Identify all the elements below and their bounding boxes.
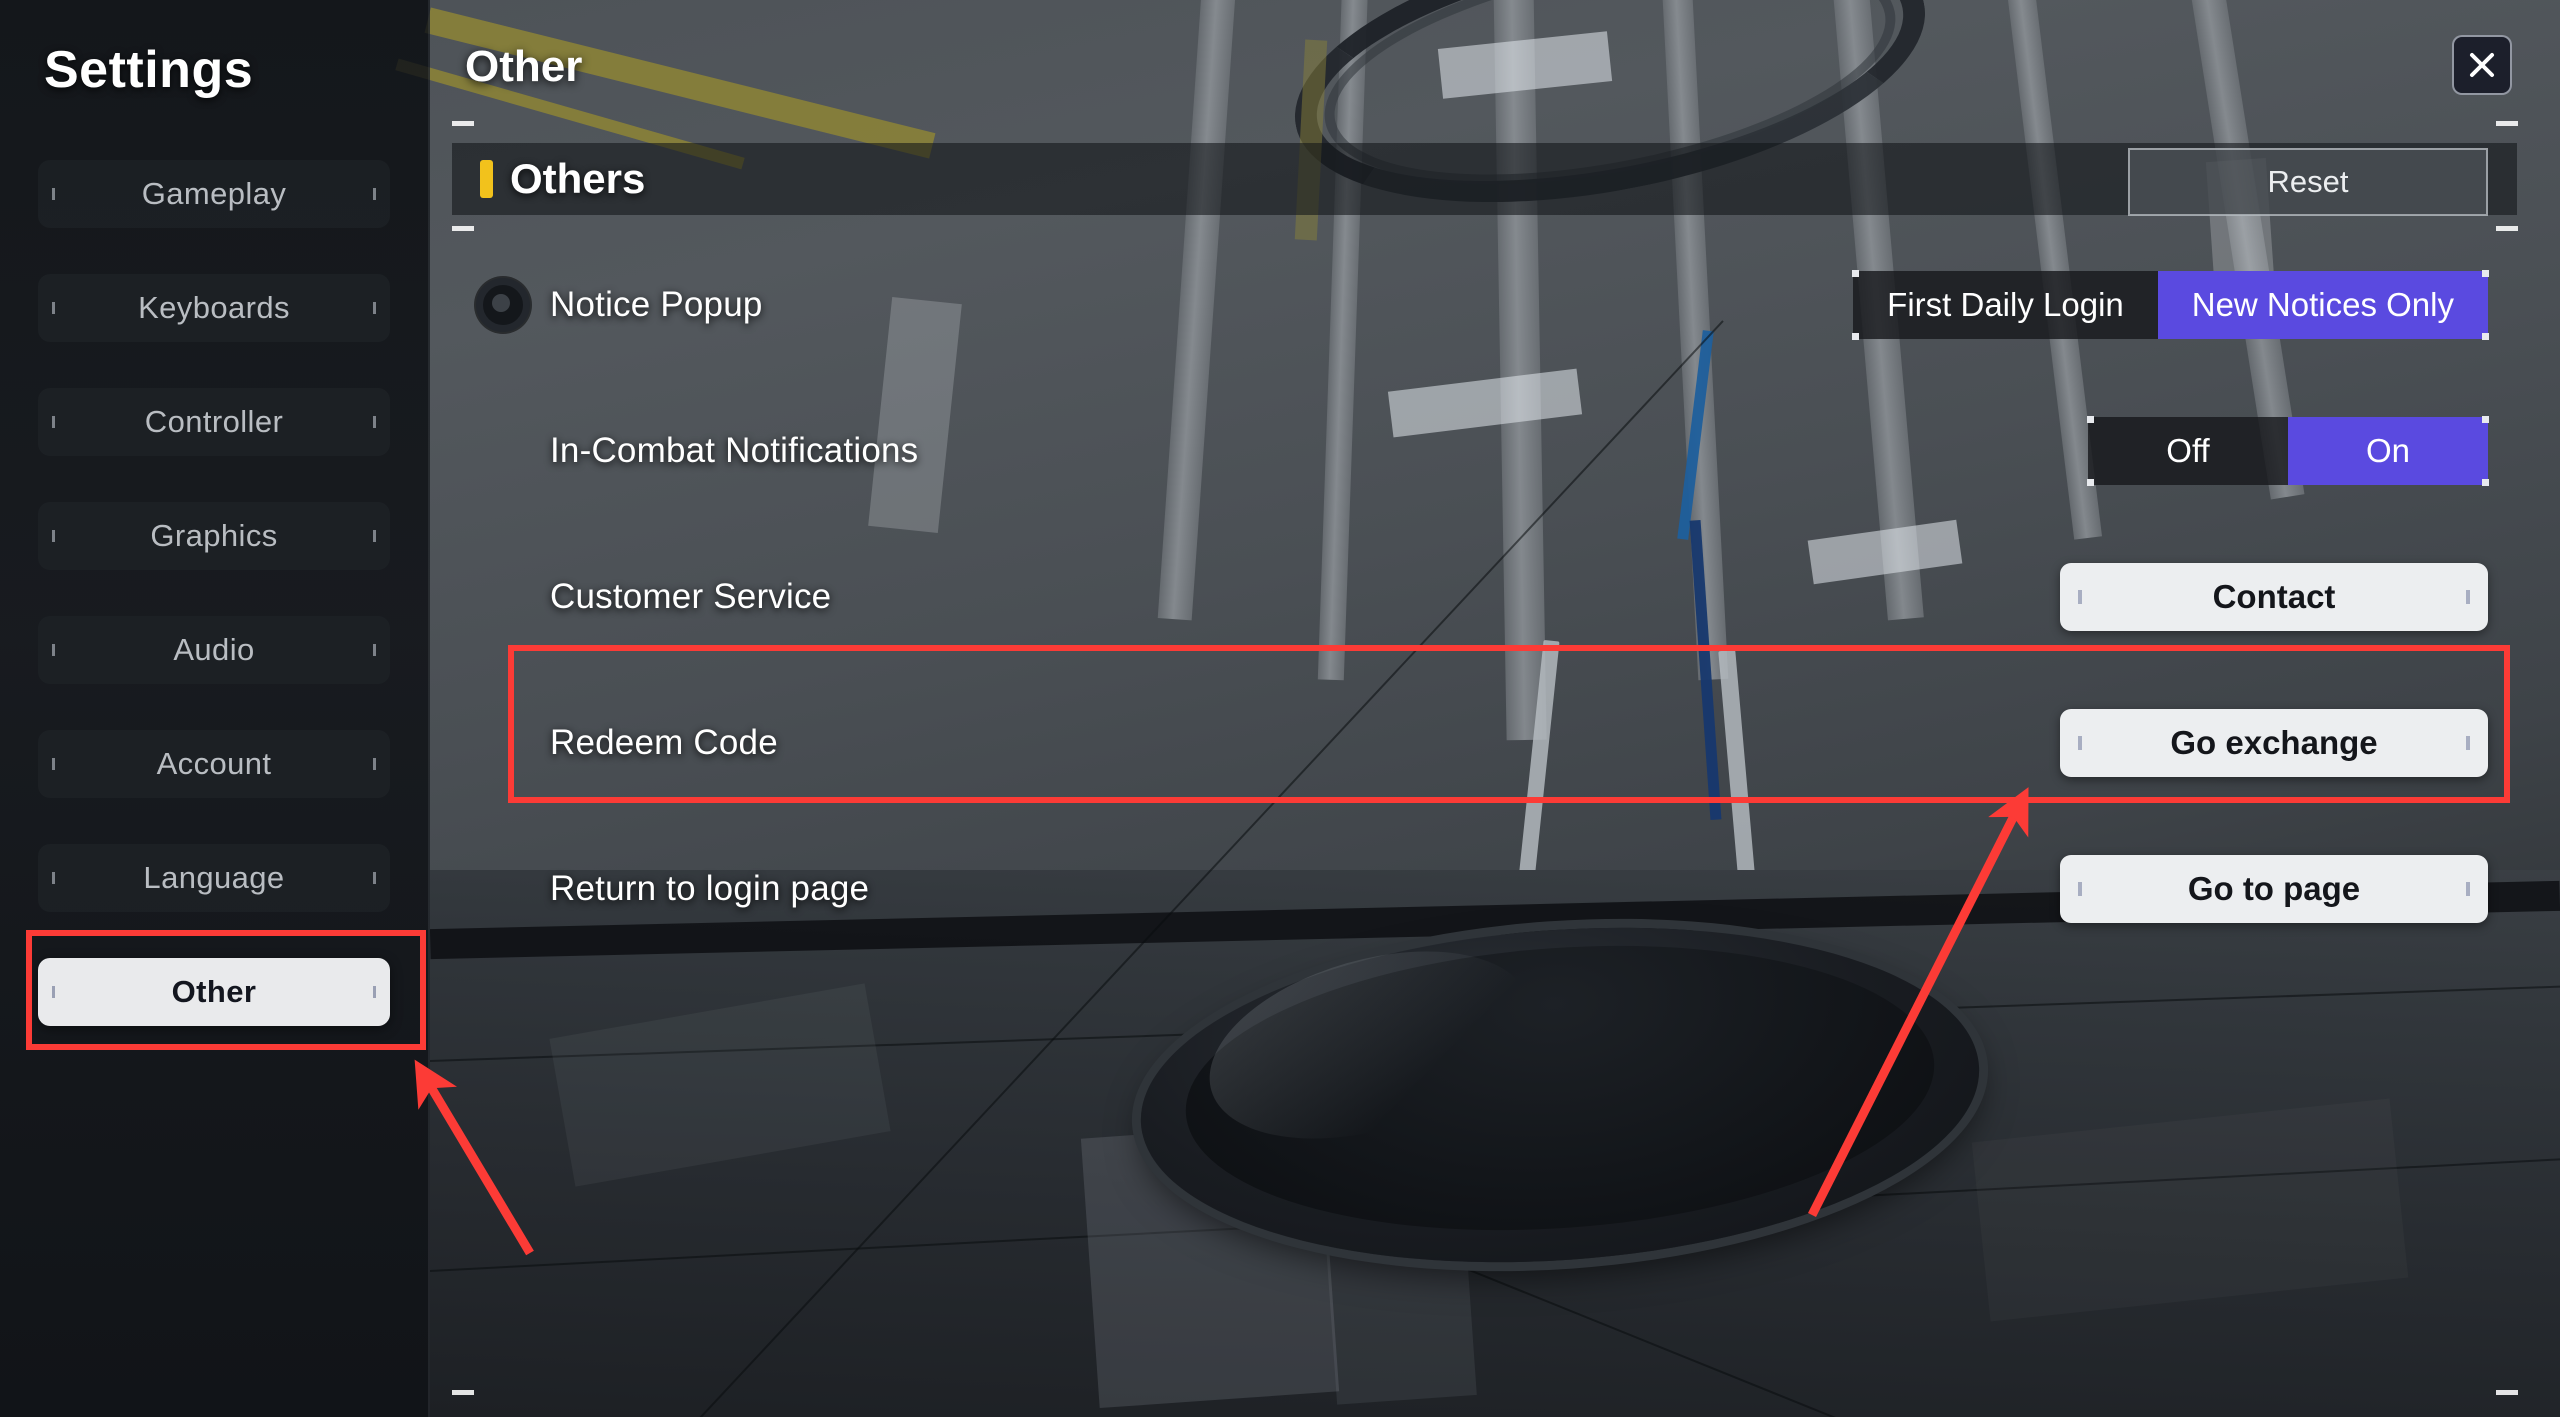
sidebar-item-label: Gameplay (141, 176, 287, 211)
settings-row-customer-service: Customer Service Contact (430, 524, 2560, 670)
sidebar-item-account[interactable]: Account (38, 730, 390, 798)
button-go-exchange[interactable]: Go exchange (2060, 709, 2488, 777)
sidebar-item-label: Graphics (150, 518, 278, 553)
sidebar-item-tick-left (52, 302, 55, 314)
sidebar-item-tick-right (373, 986, 376, 998)
sidebar-item-tick-left (52, 530, 55, 542)
segment-option-new-notices-only[interactable]: New Notices Only (2157, 271, 2488, 339)
segmented-corner-dot (2482, 270, 2489, 277)
reset-button-label: Reset (2267, 164, 2349, 199)
section-title: Others (510, 155, 646, 202)
sidebar-item-label: Other (171, 974, 257, 1009)
panel-corner-tick (2496, 226, 2518, 231)
sidebar-item-tick-left (52, 986, 55, 998)
button-tick-right (2466, 882, 2470, 896)
settings-row-label: Return to login page (550, 869, 870, 908)
segment-option-first-daily-login[interactable]: First Daily Login (1853, 271, 2158, 339)
sidebar-item-label: Account (156, 746, 272, 781)
settings-row-label: Redeem Code (550, 723, 778, 762)
button-tick-right (2466, 590, 2470, 604)
sidebar-item-tick-right (373, 416, 376, 428)
segmented-corner-dot (2482, 333, 2489, 340)
panel-corner-tick (2496, 121, 2518, 126)
settings-row-in-combat-notifications: In-Combat Notifications Off On (430, 378, 2560, 524)
button-tick-left (2078, 590, 2082, 604)
button-go-to-page[interactable]: Go to page (2060, 855, 2488, 923)
segmented-corner-dot (1852, 333, 1860, 340)
button-contact[interactable]: Contact (2060, 563, 2488, 631)
segmented-control-in-combat-notifications[interactable]: Off On (2087, 416, 2489, 486)
sidebar-item-other[interactable]: Other (38, 958, 390, 1026)
button-tick-right (2466, 736, 2470, 750)
button-label: Go exchange (2170, 724, 2378, 761)
segmented-corner-dot (2087, 479, 2094, 486)
settings-row-return-to-login-page: Return to login page Go to page (430, 816, 2560, 962)
sidebar-item-label: Keyboards (138, 290, 290, 325)
sidebar-item-label: Audio (173, 632, 255, 667)
segmented-control-notice-popup[interactable]: First Daily Login New Notices Only (1852, 270, 2489, 340)
sidebar-item-tick-right (373, 758, 376, 770)
reset-button[interactable]: Reset (2128, 148, 2488, 216)
sidebar-item-tick-right (373, 302, 376, 314)
panel-corner-tick (452, 226, 474, 231)
settings-row-notice-popup: Notice Popup First Daily Login New Notices… (430, 232, 2560, 378)
sidebar-item-tick-right (373, 530, 376, 542)
sidebar-item-label: Controller (144, 404, 284, 439)
page-title: Settings (44, 41, 254, 99)
content-page-title: Other (465, 42, 583, 91)
sidebar-item-tick-right (373, 188, 376, 200)
segment-option-off[interactable]: Off (2088, 417, 2288, 485)
sidebar-item-graphics[interactable]: Graphics (38, 502, 390, 570)
notice-bell-icon (476, 278, 530, 332)
sidebar-item-gameplay[interactable]: Gameplay (38, 160, 390, 228)
sidebar-item-tick-right (373, 644, 376, 656)
segment-option-on[interactable]: On (2288, 417, 2488, 485)
button-label: Go to page (2187, 870, 2361, 907)
sidebar-item-tick-left (52, 758, 55, 770)
segmented-corner-dot (1852, 270, 1860, 277)
sidebar-item-tick-right (373, 872, 376, 884)
section-accent-bar (480, 160, 493, 198)
close-button[interactable] (2452, 35, 2512, 95)
segmented-corner-dot (2482, 416, 2489, 423)
button-tick-left (2078, 736, 2082, 750)
panel-corner-tick (2496, 1390, 2518, 1395)
sidebar-item-language[interactable]: Language (38, 844, 390, 912)
sidebar-item-keyboards[interactable]: Keyboards (38, 274, 390, 342)
button-label: Contact (2212, 578, 2336, 615)
sidebar-item-tick-left (52, 416, 55, 428)
sidebar-nav: Gameplay Keyboards Controller Graphics Audio… (38, 160, 390, 1072)
segmented-corner-dot (2087, 416, 2094, 423)
settings-row-redeem-code: Redeem Code Go exchange (430, 670, 2560, 816)
settings-rows: Notice Popup First Daily Login New Notices… (430, 232, 2560, 962)
settings-row-label: Notice Popup (550, 285, 763, 324)
sidebar-item-audio[interactable]: Audio (38, 616, 390, 684)
panel-corner-tick (452, 121, 474, 126)
sidebar-item-tick-left (52, 872, 55, 884)
close-icon (2470, 53, 2494, 77)
button-tick-left (2078, 882, 2082, 896)
sidebar-item-tick-left (52, 644, 55, 656)
sidebar-item-controller[interactable]: Controller (38, 388, 390, 456)
settings-content: Other Others Reset Notice Popup First Dai… (430, 0, 2560, 1417)
panel-corner-tick (452, 1390, 474, 1395)
settings-row-label: In-Combat Notifications (550, 431, 919, 470)
sidebar-item-label: Language (143, 860, 285, 895)
sidebar-item-tick-left (52, 188, 55, 200)
segmented-corner-dot (2482, 479, 2489, 486)
settings-sidebar: Settings Gameplay Keyboards Controller Grap… (0, 0, 430, 1417)
settings-row-label: Customer Service (550, 577, 832, 616)
